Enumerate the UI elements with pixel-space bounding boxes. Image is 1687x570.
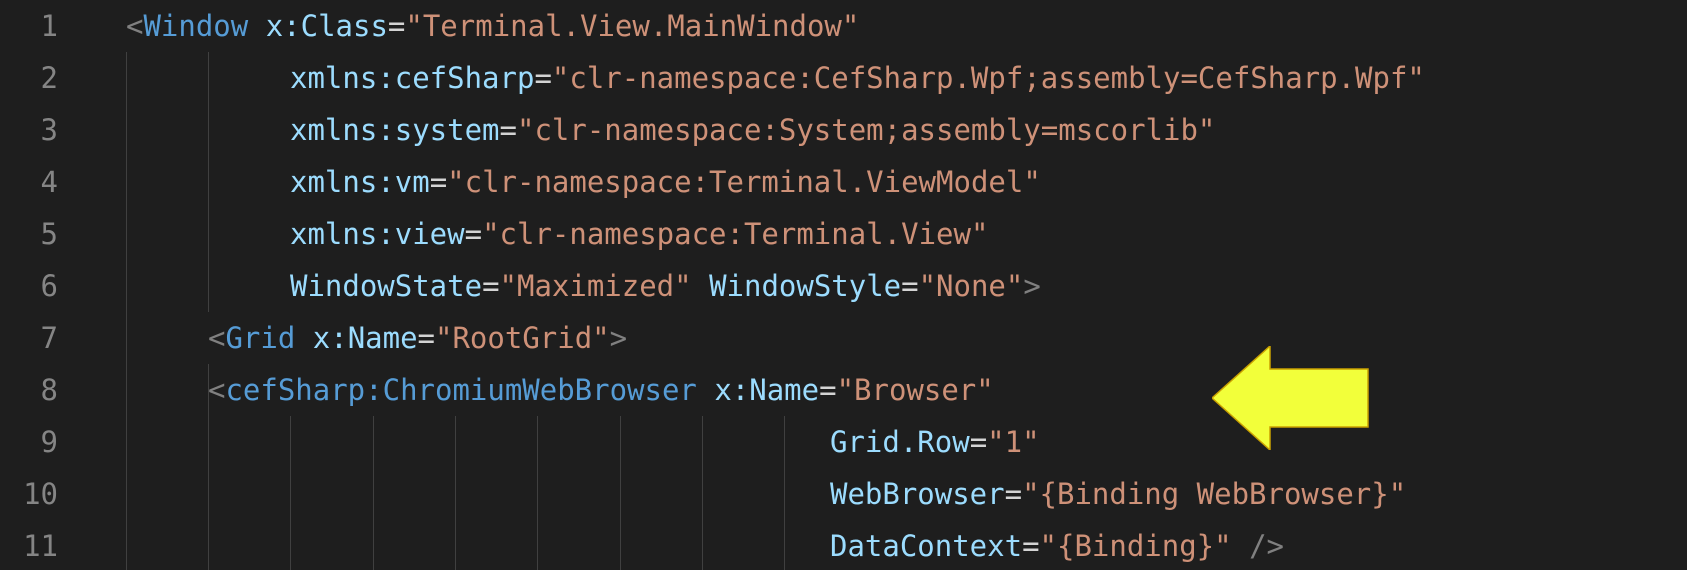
token-punct: < xyxy=(126,9,144,43)
token-str: "{Binding}" xyxy=(1039,529,1232,563)
token-attr: Grid.Row xyxy=(830,425,970,459)
arrow-shape xyxy=(1212,346,1369,450)
code-line[interactable]: 5 xmlns:view="clr-namespace:Terminal.View… xyxy=(0,208,1687,260)
token-str: "Terminal.View.MainWindow" xyxy=(405,9,860,43)
code-line[interactable]: 6 WindowState="Maximized" WindowStyle="No… xyxy=(0,260,1687,312)
token-attr: x:Name xyxy=(312,321,418,355)
token-str: "clr-namespace:System;assembly=mscorlib" xyxy=(516,113,1216,147)
token-punct: > xyxy=(1023,269,1041,303)
token-str: "Maximized" xyxy=(499,269,692,303)
token-str: "{Binding WebBrowser}" xyxy=(1022,477,1407,511)
line-code: xmlns:view="clr-namespace:Terminal.View" xyxy=(290,208,988,260)
code-line[interactable]: 2 xmlns:cefSharp="clr-namespace:CefSharp.… xyxy=(0,52,1687,104)
code-line[interactable]: 11 DataContext="{Binding}" /> xyxy=(0,520,1687,570)
token-eq xyxy=(248,9,265,43)
line-code: DataContext="{Binding}" /> xyxy=(830,520,1284,570)
line-code: WindowState="Maximized" WindowStyle="Non… xyxy=(290,260,1041,312)
line-code: <cefSharp:ChromiumWebBrowser x:Name="Bro… xyxy=(208,364,994,416)
line-number: 8 xyxy=(40,373,58,407)
line-number: 6 xyxy=(40,269,58,303)
token-eq: = xyxy=(387,9,406,43)
code-line[interactable]: 4 xmlns:vm="clr-namespace:Terminal.ViewMo… xyxy=(0,156,1687,208)
token-str: "clr-namespace:Terminal.ViewModel" xyxy=(447,165,1041,199)
line-number: 9 xyxy=(40,425,58,459)
line-number: 11 xyxy=(23,529,58,563)
token-attr: WindowStyle xyxy=(709,269,902,303)
token-attr: xmlns:vm xyxy=(290,165,430,199)
token-eq: = xyxy=(1022,529,1040,563)
token-eq: = xyxy=(464,217,483,251)
line-number: 3 xyxy=(40,113,58,147)
code-line[interactable]: 7 <Grid x:Name="RootGrid"> xyxy=(0,312,1687,364)
token-tag: Grid xyxy=(225,321,296,355)
token-attr: xmlns:system xyxy=(290,113,500,147)
token-eq: = xyxy=(901,269,919,303)
token-tag: Window xyxy=(143,9,249,43)
token-eq: = xyxy=(429,165,448,199)
token-attr: x:Name xyxy=(714,373,820,407)
token-punct: /> xyxy=(1249,529,1284,563)
token-str: "None" xyxy=(918,269,1024,303)
token-str: "RootGrid" xyxy=(435,321,610,355)
token-eq xyxy=(1232,529,1249,563)
token-eq: = xyxy=(482,269,500,303)
token-eq: = xyxy=(534,61,552,95)
token-attr: xmlns:cefSharp xyxy=(290,61,535,95)
token-eq xyxy=(295,321,312,355)
code-line[interactable]: 3 xmlns:system="clr-namespace:System;asse… xyxy=(0,104,1687,156)
line-code: xmlns:vm="clr-namespace:Terminal.ViewMod… xyxy=(290,156,1041,208)
token-eq: = xyxy=(499,113,517,147)
line-code: <Grid x:Name="RootGrid"> xyxy=(208,312,627,364)
token-str: "clr-namespace:Terminal.View" xyxy=(482,217,989,251)
line-code: xmlns:cefSharp="clr-namespace:CefSharp.W… xyxy=(290,52,1425,104)
code-line[interactable]: 8 <cefSharp:ChromiumWebBrowser x:Name="Br… xyxy=(0,364,1687,416)
line-code: Grid.Row="1" xyxy=(830,416,1040,468)
line-code: xmlns:system="clr-namespace:System;assem… xyxy=(290,104,1215,156)
line-number: 7 xyxy=(40,321,58,355)
token-str: "1" xyxy=(987,425,1040,459)
token-str: "Browser" xyxy=(836,373,994,407)
token-eq xyxy=(697,373,714,407)
token-punct: > xyxy=(609,321,628,355)
token-attr: x:Class xyxy=(265,9,388,43)
code-editor[interactable]: 1 <Window x:Class="Terminal.View.MainWind… xyxy=(0,0,1687,570)
token-eq: = xyxy=(417,321,436,355)
line-number: 5 xyxy=(40,217,58,251)
token-punct: < xyxy=(208,321,226,355)
line-number: 4 xyxy=(40,165,58,199)
line-number: 2 xyxy=(40,61,58,95)
yellow-arrow-icon xyxy=(1212,346,1369,450)
line-code: WebBrowser="{Binding WebBrowser}" xyxy=(830,468,1406,520)
token-attr: DataContext xyxy=(830,529,1023,563)
token-punct: < xyxy=(208,373,226,407)
code-line[interactable]: 1 <Window x:Class="Terminal.View.MainWind… xyxy=(0,0,1687,52)
token-eq xyxy=(692,269,709,303)
code-line[interactable]: 10 WebBrowser="{Binding WebBrowser}" xyxy=(0,468,1687,520)
line-number: 10 xyxy=(23,477,58,511)
token-attr: WindowState xyxy=(290,269,483,303)
line-number: 1 xyxy=(40,9,58,43)
code-line[interactable]: 9 Grid.Row="1" xyxy=(0,416,1687,468)
line-code: <Window x:Class="Terminal.View.MainWindo… xyxy=(126,0,859,52)
token-eq: = xyxy=(969,425,988,459)
token-eq: = xyxy=(819,373,837,407)
token-attr: WebBrowser xyxy=(830,477,1005,511)
token-str: "clr-namespace:CefSharp.Wpf;assembly=Cef… xyxy=(551,61,1425,95)
token-attr: xmlns:view xyxy=(290,217,465,251)
token-tag: cefSharp:ChromiumWebBrowser xyxy=(225,373,697,407)
token-eq: = xyxy=(1004,477,1023,511)
